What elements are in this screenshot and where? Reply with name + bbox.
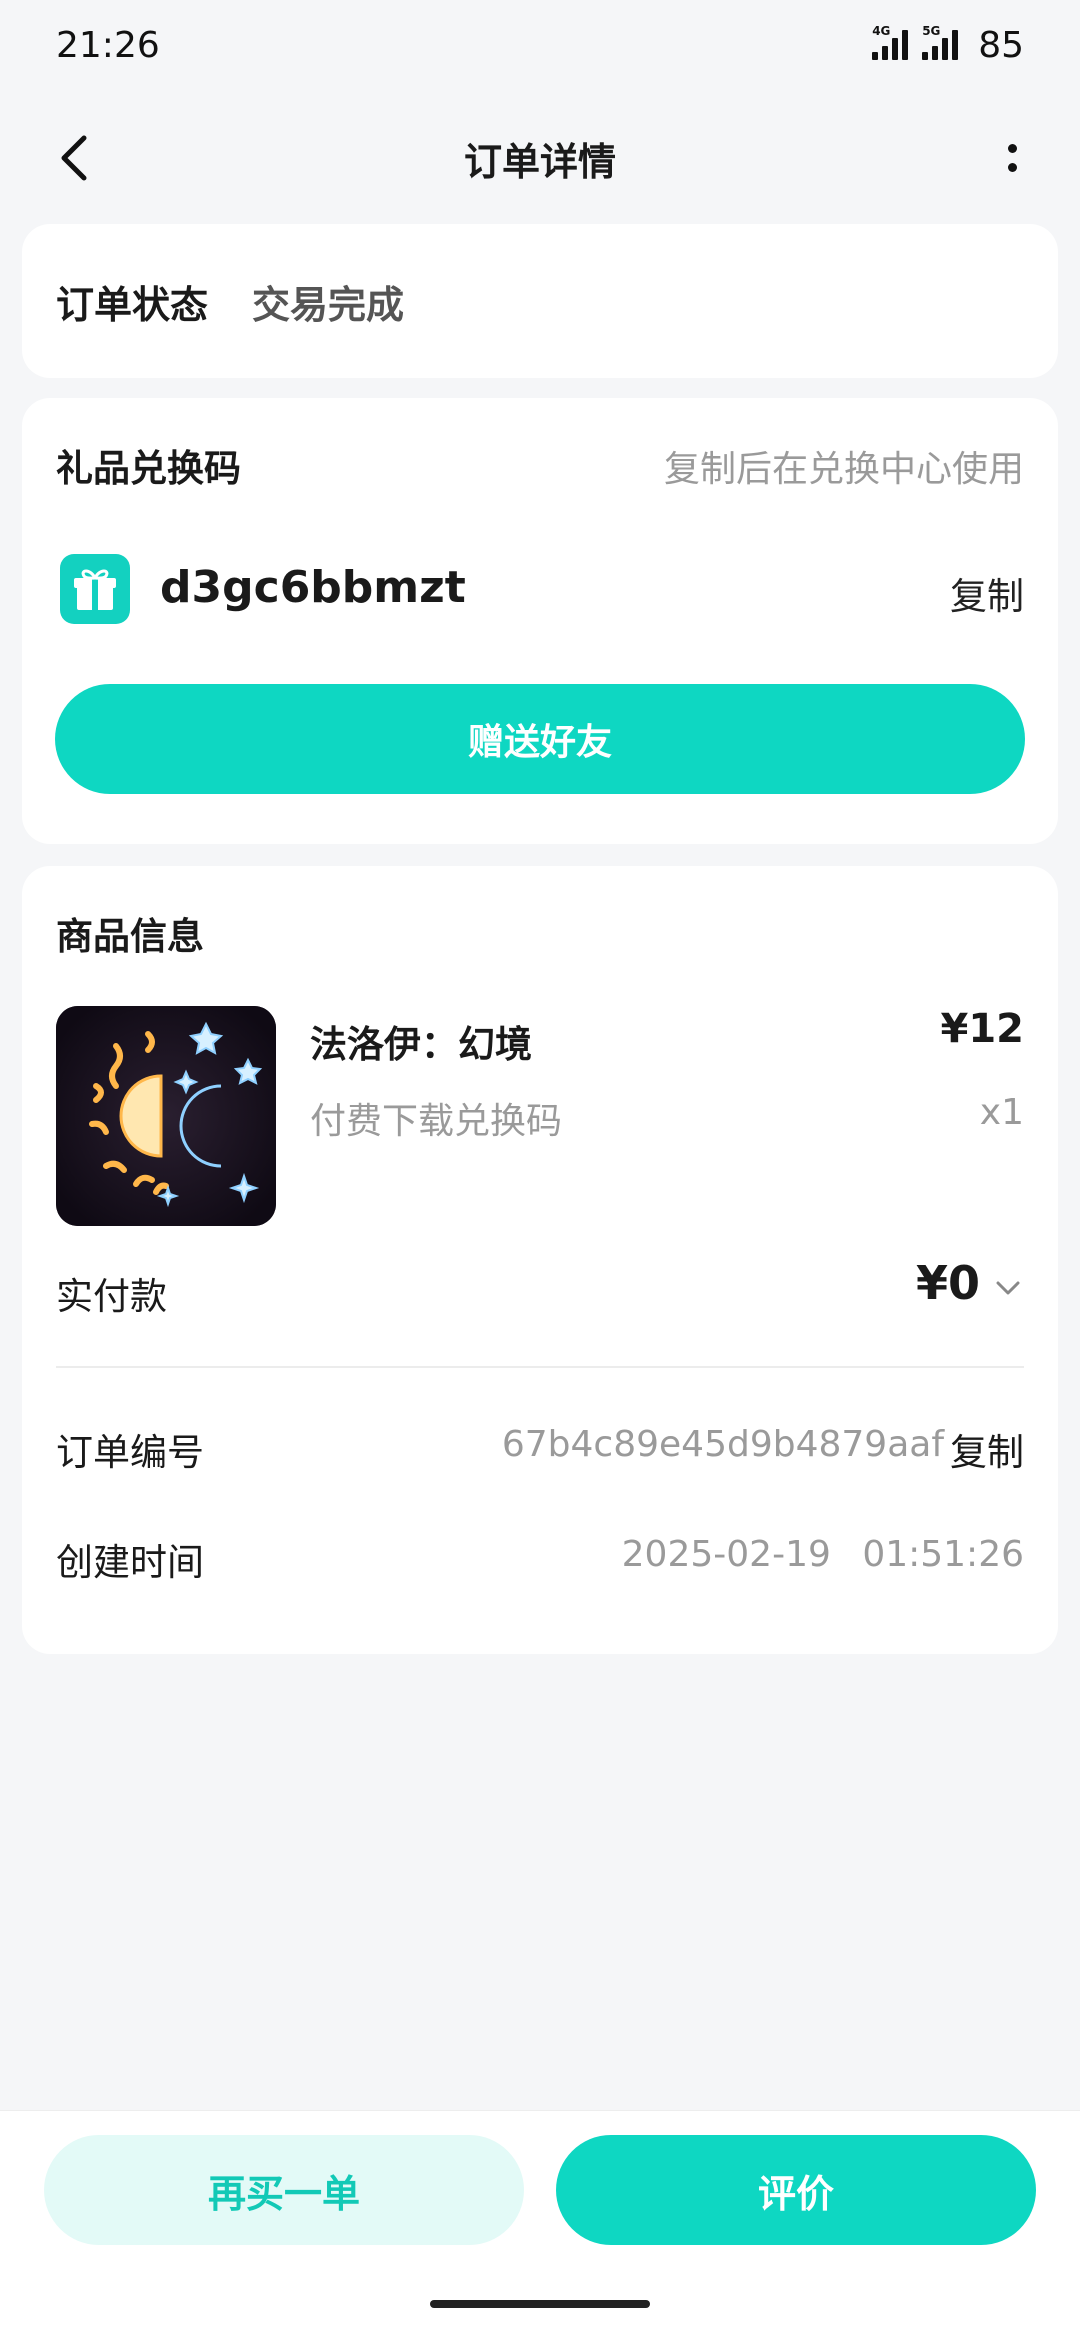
product-subtitle: 付费下载兑换码 (310, 1101, 563, 1142)
copy-gift-code-button[interactable]: 复制 (950, 566, 1024, 620)
goods-info-title: 商品信息 (56, 915, 204, 958)
gift-code-title: 礼品兑换码 (56, 447, 241, 490)
status-time: 21:26 (56, 24, 160, 66)
more-vertical-icon (1007, 144, 1017, 153)
signal-4g-icon: 4G (872, 24, 909, 60)
gift-code-value: d3gc6bbmzt (160, 562, 466, 613)
copy-order-number-button[interactable]: 复制 (950, 1422, 1024, 1476)
buy-again-button[interactable]: 再买一单 (44, 2135, 524, 2245)
status-indicators: 4G 5G 85 (872, 24, 1024, 66)
nav-bar: 订单详情 (0, 110, 1080, 206)
order-status-card: 订单状态 交易完成 (22, 224, 1058, 378)
gift-icon (60, 554, 130, 624)
battery-level: 85 (978, 24, 1024, 66)
home-indicator[interactable] (430, 2300, 650, 2308)
sun-moon-icon (56, 1006, 276, 1226)
send-to-friend-button[interactable]: 赠送好友 (55, 684, 1025, 794)
product-price: ¥12 (940, 1006, 1025, 1052)
signal-5g-icon: 5G (922, 24, 959, 60)
order-number-value: 67b4c89e45d9b4879aaf (501, 1424, 944, 1465)
back-button[interactable] (50, 130, 106, 186)
gift-code-hint: 复制后在兑换中心使用 (663, 449, 1024, 490)
paid-amount-value[interactable]: ¥0 (916, 1256, 980, 1310)
gift-code-card: 礼品兑换码 复制后在兑换中心使用 d3gc6bbmzt 复制 赠送好友 (22, 398, 1058, 844)
chevron-down-icon[interactable] (992, 1272, 1024, 1304)
created-time-value: 2025-02-19 01:51:26 (621, 1534, 1024, 1575)
review-button[interactable]: 评价 (556, 2135, 1036, 2245)
order-status-value: 交易完成 (252, 282, 405, 327)
goods-info-card: 商品信息 法洛伊：幻境 ¥12 付费下载兑换码 x1 实付款 ¥0 订单编号 6… (22, 866, 1058, 1654)
paid-amount-label: 实付款 (56, 1275, 167, 1318)
product-name: 法洛伊：幻境 (310, 1023, 532, 1066)
chevron-left-icon (61, 135, 87, 181)
page-title: 订单详情 (463, 139, 616, 184)
order-number-label: 订单编号 (56, 1431, 204, 1474)
divider (56, 1366, 1024, 1368)
product-thumbnail[interactable] (56, 1006, 276, 1226)
created-time-label: 创建时间 (56, 1541, 204, 1584)
order-status-label: 订单状态 (56, 282, 209, 327)
more-button[interactable] (984, 130, 1040, 186)
product-quantity: x1 (979, 1092, 1024, 1133)
status-bar: 21:26 4G 5G 85 (0, 0, 1080, 90)
